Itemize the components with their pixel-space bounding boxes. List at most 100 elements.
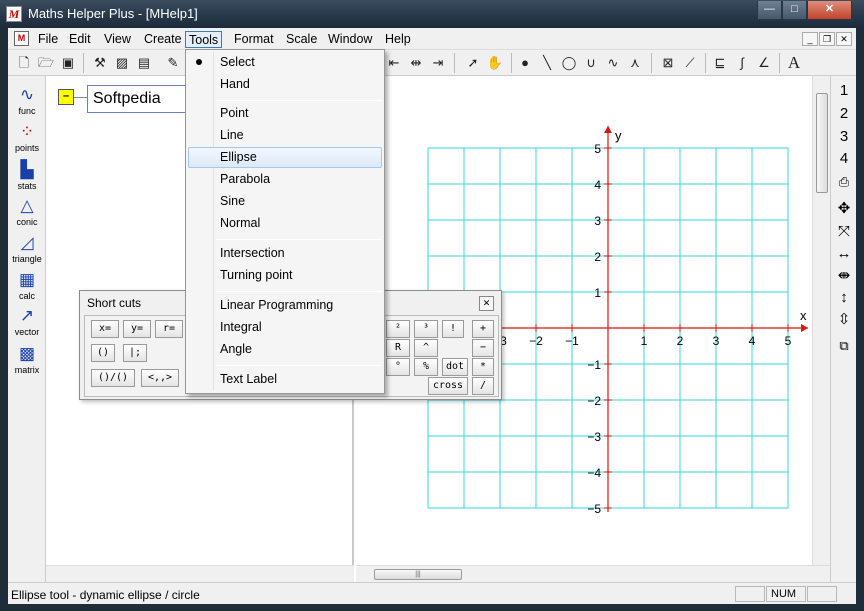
tools-menu-sine[interactable]: Sine <box>188 191 382 212</box>
collapse-toggle[interactable]: – <box>58 89 74 105</box>
view-3-button[interactable]: 3 <box>832 126 856 148</box>
point-tool-icon[interactable]: ● <box>515 53 535 73</box>
shrink-horizontal-icon[interactable]: ⇼ <box>832 265 856 287</box>
tools-menu-point[interactable]: Point <box>188 103 382 124</box>
graph-horizontal-scrollbar[interactable]: ||| <box>356 565 830 582</box>
integral-icon[interactable]: ∫ <box>732 53 752 73</box>
page-icon[interactable]: ▤ <box>134 53 154 73</box>
points-button[interactable]: ⁘ points <box>9 121 45 159</box>
menu-edit[interactable]: Edit <box>66 31 94 48</box>
zoom-fit-icon[interactable]: ⤧ <box>832 221 856 243</box>
angle-icon[interactable]: ∠ <box>754 53 774 73</box>
shortcut-degree[interactable]: ° <box>386 358 410 376</box>
sine-tool-icon[interactable]: ∿ <box>603 53 623 73</box>
tools-icon[interactable]: ⚒ <box>90 53 110 73</box>
shortcut-minus[interactable]: − <box>472 339 494 357</box>
vertical-scroll-thumb[interactable] <box>816 93 828 193</box>
graph-vertical-scrollbar[interactable] <box>812 76 830 565</box>
hand-icon[interactable]: ✋ <box>485 53 505 73</box>
view-2-button[interactable]: 2 <box>832 103 856 125</box>
horizontal-scroll-thumb[interactable]: ||| <box>374 569 462 580</box>
object-name-field[interactable]: Softpedia <box>87 85 187 113</box>
tools-menu-line[interactable]: Line <box>188 125 382 146</box>
shortcut-squared[interactable]: ² <box>386 320 410 338</box>
copy-view-icon[interactable]: ⧉ <box>832 335 856 357</box>
shortcut-fraction[interactable]: ()/() <box>91 369 135 387</box>
menu-format[interactable]: Format <box>231 31 277 48</box>
menu-window[interactable]: Window <box>325 31 375 48</box>
matrix-button[interactable]: ▩ matrix <box>9 343 45 381</box>
shrink-vertical-icon[interactable]: ⇳ <box>832 309 856 331</box>
shortcut-vector[interactable]: <,,> <box>141 369 179 387</box>
save-icon[interactable]: ▣ <box>58 53 78 73</box>
view-4-button[interactable]: 4 <box>832 148 856 170</box>
triangle-button[interactable]: ◿ triangle <box>9 232 45 270</box>
parabola-tool-icon[interactable]: ∪ <box>581 53 601 73</box>
left-pane-scrollbar[interactable] <box>46 565 354 582</box>
menu-scale[interactable]: Scale <box>283 31 320 48</box>
menu-view[interactable]: View <box>101 31 134 48</box>
align-right-icon[interactable]: ⇥ <box>428 53 448 73</box>
shortcut-power[interactable]: ^ <box>414 339 438 357</box>
shortcut-multiply[interactable]: * <box>472 358 494 376</box>
mdi-minimize-button[interactable]: _ <box>802 32 818 46</box>
new-file-icon[interactable]: 🗋 <box>14 53 34 73</box>
camera-icon[interactable]: ⎙ <box>832 171 856 193</box>
document-icon[interactable]: M <box>14 31 29 46</box>
stretch-horizontal-icon[interactable]: ↔ <box>832 243 856 265</box>
shortcut-brackets[interactable]: () <box>91 344 115 362</box>
menu-create[interactable]: Create <box>141 31 185 48</box>
mdi-close-button[interactable]: ✕ <box>836 32 852 46</box>
close-button[interactable]: ✕ <box>807 1 852 20</box>
stats-button[interactable]: ▙ stats <box>9 159 45 197</box>
shortcut-y-equals[interactable]: y= <box>123 320 151 338</box>
menu-tools[interactable]: Tools <box>185 31 223 48</box>
shortcut-dot[interactable]: dot <box>442 358 468 376</box>
text-label-icon[interactable]: A <box>784 53 804 73</box>
minimize-button[interactable]: — <box>757 1 782 20</box>
intersection-tool-icon[interactable]: ⊠ <box>658 53 678 73</box>
maximize-button[interactable]: □ <box>782 1 807 20</box>
pencil-icon[interactable]: ✎ <box>163 53 183 73</box>
shortcut-percent[interactable]: % <box>414 358 438 376</box>
shortcut-divide[interactable]: / <box>472 377 494 395</box>
vector-button[interactable]: ↗ vector <box>9 305 45 343</box>
line-tool-icon[interactable]: ╲ <box>537 53 557 73</box>
shortcut-factorial[interactable]: ! <box>442 320 464 338</box>
tools-menu-angle[interactable]: Angle <box>188 339 382 360</box>
tools-menu-intersection[interactable]: Intersection <box>188 243 382 264</box>
tools-menu-text-label[interactable]: Text Label <box>188 369 382 390</box>
shortcut-cross[interactable]: cross <box>428 377 468 395</box>
shortcut-r-equals[interactable]: r= <box>155 320 183 338</box>
align-center-icon[interactable]: ⇹ <box>406 53 426 73</box>
ellipse-tool-icon[interactable]: ◯ <box>559 53 579 73</box>
tools-menu-ellipse[interactable]: Ellipse <box>188 147 382 168</box>
menu-help[interactable]: Help <box>382 31 414 48</box>
title-bar[interactable]: M Maths Helper Plus - [MHelp1] — □ ✕ <box>0 0 864 28</box>
tools-menu-turning-point[interactable]: Turning point <box>188 265 382 286</box>
turning-point-tool-icon[interactable]: ⟋ <box>680 53 700 73</box>
tools-menu-parabola[interactable]: Parabola <box>188 169 382 190</box>
tools-menu-normal[interactable]: Normal <box>188 213 382 234</box>
app-icon[interactable]: M <box>6 6 22 22</box>
calc-button[interactable]: ▦ calc <box>9 269 45 307</box>
tools-menu-integral[interactable]: Integral <box>188 317 382 338</box>
image-icon[interactable]: ▨ <box>112 53 132 73</box>
tools-menu-linear-programming[interactable]: Linear Programming <box>188 295 382 316</box>
linear-programming-icon[interactable]: ⊑ <box>710 53 730 73</box>
tools-menu-select[interactable]: Select <box>188 52 382 73</box>
shortcut-root[interactable]: R <box>386 339 410 357</box>
select-arrow-icon[interactable]: ➚ <box>463 53 483 73</box>
shortcut-abs[interactable]: |; <box>123 344 147 362</box>
pan-icon[interactable]: ✥ <box>832 198 856 220</box>
shortcut-x-equals[interactable]: x= <box>91 320 119 338</box>
shortcuts-close-button[interactable]: ✕ <box>479 296 494 311</box>
align-left-icon[interactable]: ⇤ <box>384 53 404 73</box>
tools-menu-hand[interactable]: Hand <box>188 74 382 95</box>
view-1-button[interactable]: 1 <box>832 80 856 102</box>
normal-tool-icon[interactable]: ⋏ <box>625 53 645 73</box>
func-button[interactable]: ∿ func <box>9 84 45 122</box>
stretch-vertical-icon[interactable]: ↕ <box>832 287 856 309</box>
shortcut-plus[interactable]: + <box>472 320 494 338</box>
open-folder-icon[interactable]: 🗁 <box>36 53 56 73</box>
